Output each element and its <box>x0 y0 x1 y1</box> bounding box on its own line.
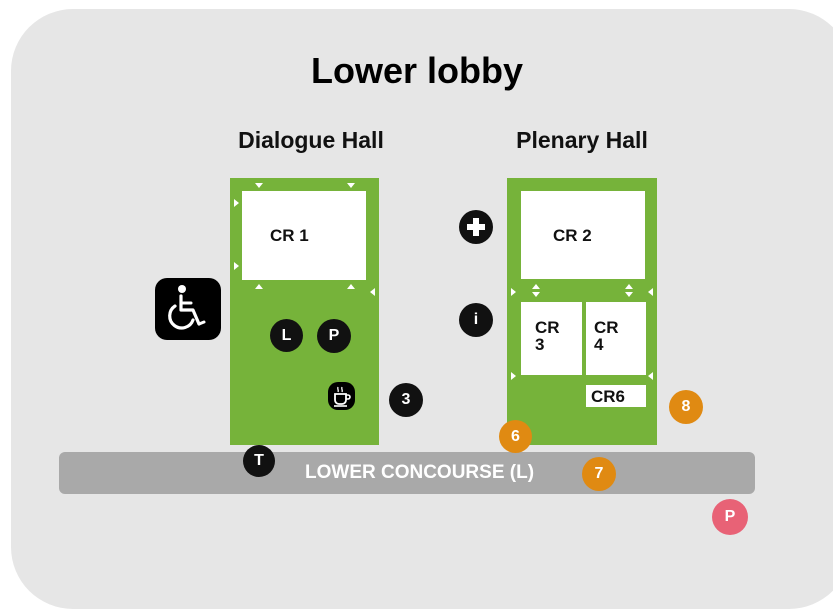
door-marker <box>511 288 516 296</box>
door-marker <box>625 292 633 297</box>
marker-6[interactable]: 6 <box>499 420 532 453</box>
door-marker <box>511 372 516 380</box>
room-cr1-label: CR 1 <box>270 226 309 245</box>
lower-concourse[interactable]: LOWER CONCOURSE (L) <box>59 452 755 494</box>
room-cr2[interactable]: CR 2 <box>521 191 645 279</box>
room-cr4[interactable]: CR 4 <box>586 302 646 375</box>
door-marker <box>347 284 355 289</box>
door-marker <box>370 288 375 296</box>
first-aid-icon[interactable] <box>459 210 493 244</box>
plenary-hall-label: Plenary Hall <box>516 127 648 153</box>
door-marker <box>255 183 263 188</box>
coffee-icon[interactable] <box>328 382 355 410</box>
map-title: Lower lobby <box>310 50 523 91</box>
door-marker <box>532 292 540 297</box>
marker-8[interactable]: 8 <box>669 390 703 424</box>
room-cr3[interactable]: CR 3 <box>521 302 582 375</box>
marker-3[interactable]: 3 <box>389 383 423 417</box>
door-marker <box>648 288 653 296</box>
door-marker <box>347 183 355 188</box>
info-icon[interactable]: i <box>459 303 493 337</box>
room-cr1[interactable]: CR 1 <box>242 191 366 280</box>
wheelchair-icon[interactable] <box>155 278 221 340</box>
door-marker <box>234 199 239 207</box>
door-marker <box>625 284 633 289</box>
room-cr3-label: CR 3 <box>535 318 560 354</box>
room-cr6[interactable]: CR6 <box>586 385 646 407</box>
room-cr4-label: CR 4 <box>594 318 619 354</box>
marker-p-pink[interactable]: P <box>712 499 748 535</box>
door-marker <box>648 372 653 380</box>
map-panel <box>11 9 833 609</box>
marker-l[interactable]: L <box>270 319 303 352</box>
door-marker <box>234 262 239 270</box>
dialogue-hall-label: Dialogue Hall <box>238 127 384 153</box>
marker-p-parking[interactable]: P <box>317 319 351 353</box>
marker-7[interactable]: 7 <box>582 457 616 491</box>
door-marker <box>255 284 263 289</box>
room-cr2-label: CR 2 <box>553 226 592 245</box>
marker-t[interactable]: T <box>243 445 275 477</box>
lower-concourse-label: LOWER CONCOURSE (L) <box>305 462 535 483</box>
room-cr6-label: CR6 <box>591 387 626 406</box>
door-marker <box>532 284 540 289</box>
